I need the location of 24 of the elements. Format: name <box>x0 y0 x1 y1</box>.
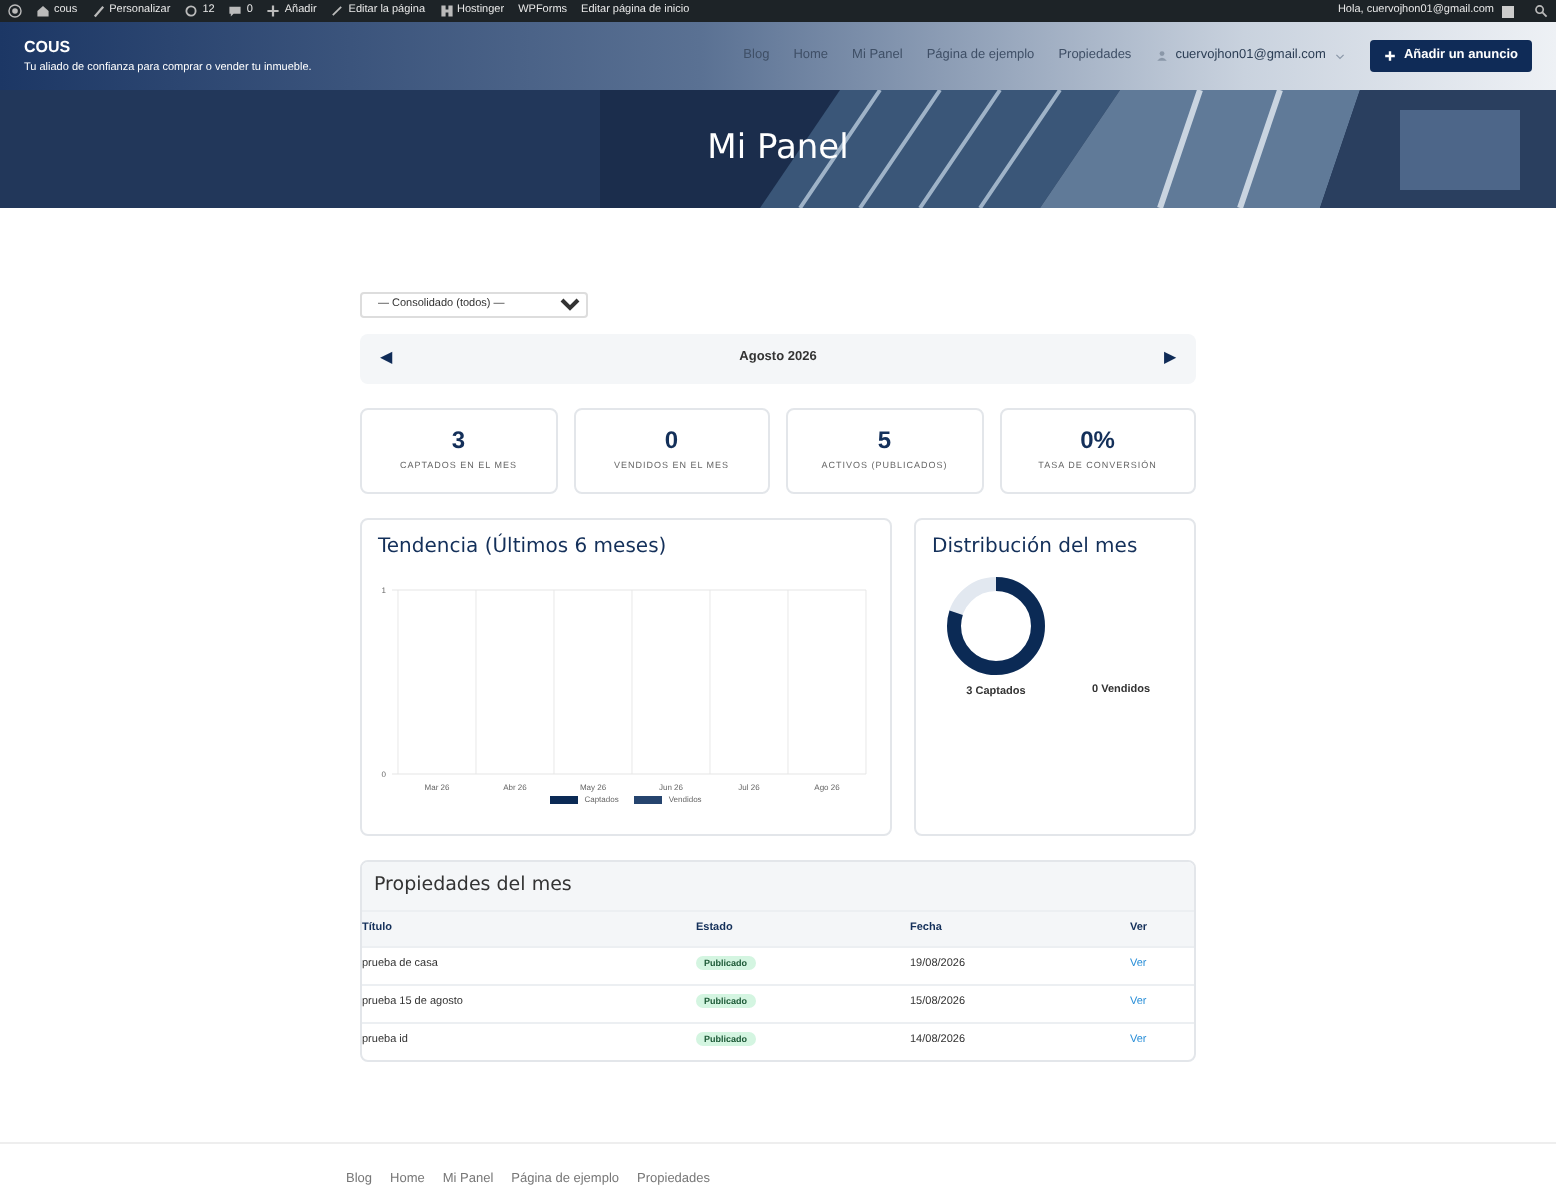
pencil-icon[interactable] <box>330 4 345 18</box>
legend-swatch <box>634 795 663 803</box>
comment-icon[interactable] <box>228 4 243 18</box>
stat-value: 5 <box>875 425 894 454</box>
stat-value: 3 <box>449 425 468 454</box>
site-title[interactable]: COUS <box>24 35 312 60</box>
plus-icon <box>1383 50 1396 62</box>
search-icon[interactable] <box>1534 4 1548 18</box>
logo-icon[interactable] <box>8 4 22 18</box>
section-title: Propiedades del mes <box>362 861 1194 909</box>
hostinger-icon[interactable] <box>439 4 454 18</box>
chart-title: Distribución del mes <box>930 533 1140 561</box>
avatar-icon[interactable] <box>1502 5 1514 17</box>
page-title: Mi Panel <box>707 128 849 170</box>
plus-icon[interactable] <box>266 4 281 18</box>
stat-value: 0% <box>1078 425 1117 454</box>
legend-swatch <box>550 795 579 803</box>
home-icon[interactable] <box>36 4 50 18</box>
next-month-button[interactable]: ▶ <box>1164 346 1176 370</box>
stat-value: 0 <box>662 425 681 454</box>
previous-month-button[interactable]: ◀ <box>380 346 392 370</box>
brush-icon[interactable] <box>91 4 106 18</box>
chart-title: Tendencia (Últimos 6 meses) <box>376 531 669 561</box>
refresh-icon[interactable] <box>184 4 199 18</box>
